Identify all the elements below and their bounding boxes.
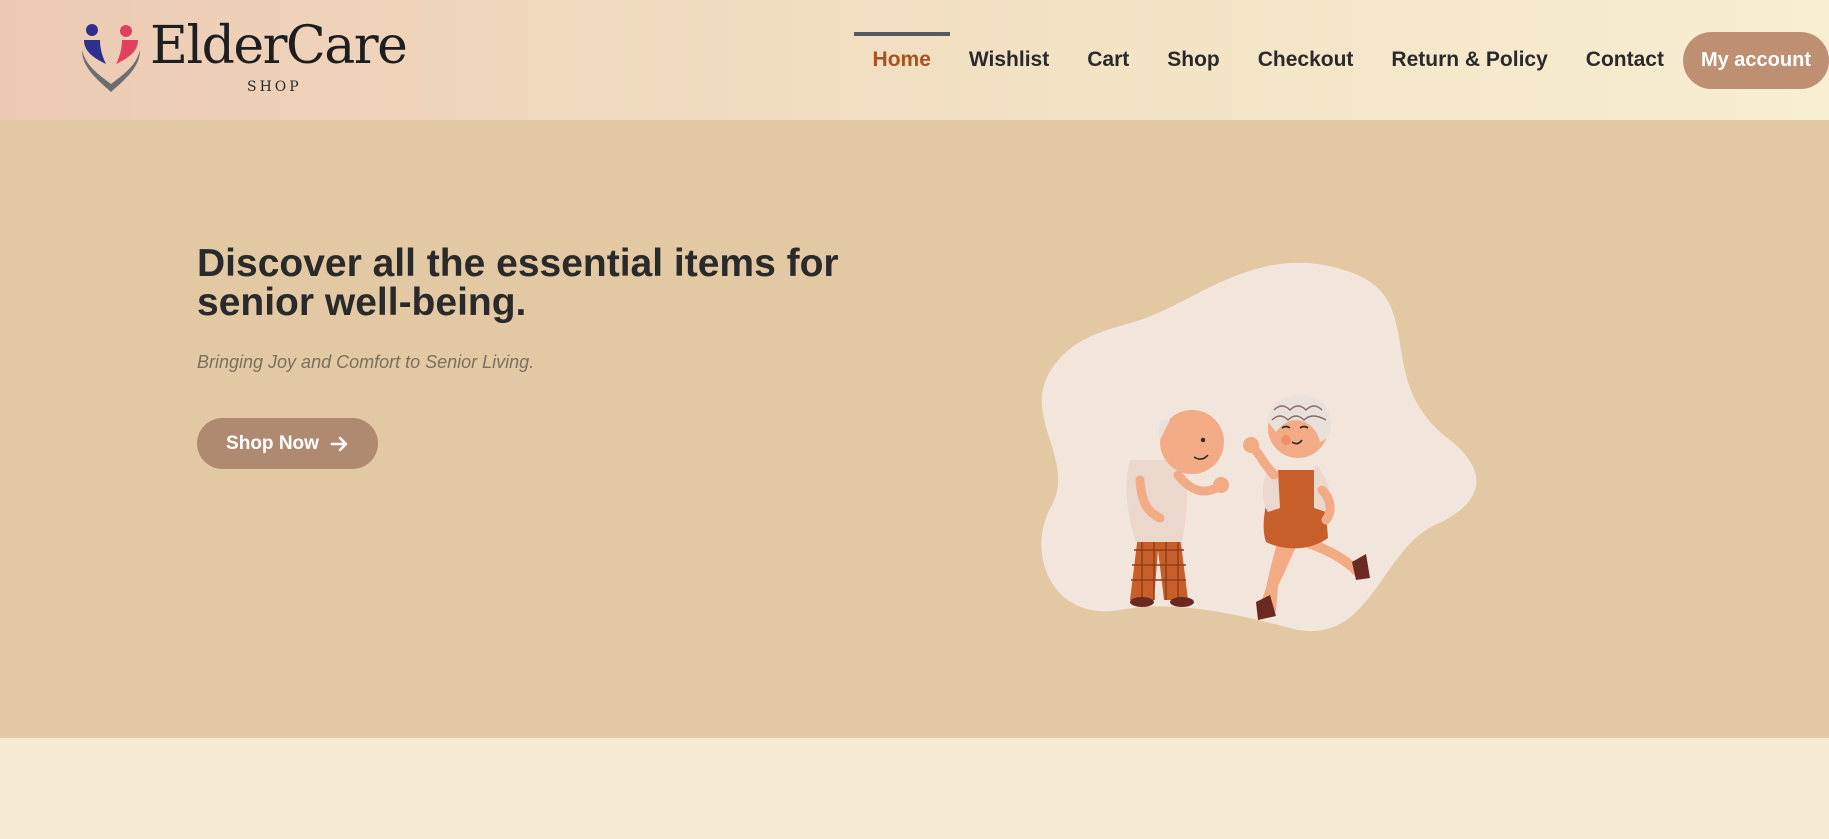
heart-people-logo-icon: [82, 24, 140, 92]
arrow-right-icon: [330, 436, 348, 451]
shop-now-button[interactable]: Shop Now: [197, 418, 378, 469]
nav-item-shop[interactable]: Shop: [1148, 4, 1239, 116]
logo-subtitle: SHOP: [247, 79, 302, 95]
hero-subtitle: Bringing Joy and Comfort to Senior Livin…: [197, 352, 535, 372]
nav-item-home[interactable]: Home: [853, 4, 951, 116]
nav-item-return-policy[interactable]: Return & Policy: [1372, 4, 1566, 116]
nav-item-contact[interactable]: Contact: [1567, 4, 1683, 116]
hero-title: Discover all the essential items for sen…: [197, 242, 839, 324]
logo-wordmark: ElderCare: [150, 16, 408, 76]
site-header: ElderCare SHOP Home Wishlist Cart Shop C…: [0, 0, 1829, 120]
nav-item-checkout[interactable]: Checkout: [1239, 4, 1373, 116]
site-logo[interactable]: ElderCare SHOP: [78, 18, 418, 102]
nav-item-cart[interactable]: Cart: [1068, 4, 1148, 116]
hero-section: Discover all the essential items for sen…: [0, 120, 1829, 738]
nav-item-wishlist[interactable]: Wishlist: [950, 4, 1068, 116]
page-bottom-area: [0, 738, 1829, 839]
my-account-button[interactable]: My account: [1682, 31, 1829, 89]
dancing-seniors-illustration: [1041, 262, 1477, 632]
main-navigation: Home Wishlist Cart Shop Checkout Return …: [853, 0, 1829, 120]
shop-now-label: Shop Now: [226, 432, 319, 454]
